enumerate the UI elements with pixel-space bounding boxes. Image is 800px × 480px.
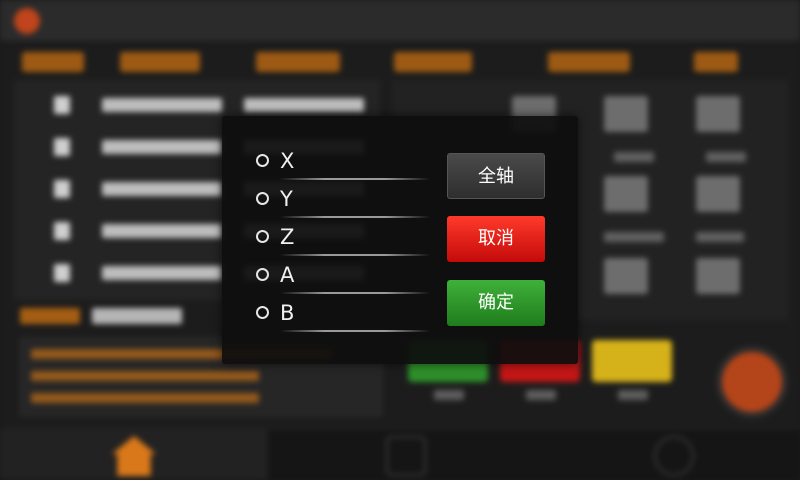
divider [280, 216, 430, 218]
divider [280, 254, 430, 256]
radio-circle-icon[interactable] [256, 192, 269, 205]
radio-circle-icon[interactable] [256, 268, 269, 281]
axis-option-label: Z [280, 225, 295, 249]
axis-option-label: B [280, 301, 295, 325]
status-label [20, 308, 80, 324]
axis-option-label: A [280, 263, 295, 287]
divider [280, 178, 430, 180]
column-header [22, 52, 84, 72]
cancel-button[interactable]: 取消 [447, 216, 545, 262]
divider [280, 292, 430, 294]
emergency-stop-icon [722, 352, 782, 412]
column-header [394, 52, 472, 72]
axis-option-a[interactable]: A [256, 260, 426, 290]
top-bar [0, 0, 800, 44]
column-header [120, 52, 200, 72]
confirm-button[interactable]: 确定 [447, 280, 545, 326]
axis-option-label: X [280, 149, 295, 173]
axis-select-dialog: X Y Z A B 全轴 取消 确定 [222, 116, 578, 364]
all-axes-button[interactable]: 全轴 [447, 153, 545, 199]
axis-option-x[interactable]: X [256, 146, 426, 176]
axis-option-b[interactable]: B [256, 298, 426, 328]
nav-tab-icon [654, 436, 694, 476]
axis-option-label: Y [280, 187, 293, 211]
axis-option-y[interactable]: Y [256, 184, 426, 214]
column-header [694, 52, 738, 72]
status-value [92, 308, 182, 324]
radio-circle-icon[interactable] [256, 306, 269, 319]
axis-option-z[interactable]: Z [256, 222, 426, 252]
logo-icon [14, 8, 40, 34]
radio-circle-icon[interactable] [256, 154, 269, 167]
nav-tab-icon [386, 436, 426, 476]
column-header [256, 52, 340, 72]
pause-button [592, 340, 672, 382]
screen: X Y Z A B 全轴 取消 确定 [0, 0, 800, 480]
radio-circle-icon[interactable] [256, 230, 269, 243]
divider [280, 330, 430, 332]
column-header [548, 52, 630, 72]
